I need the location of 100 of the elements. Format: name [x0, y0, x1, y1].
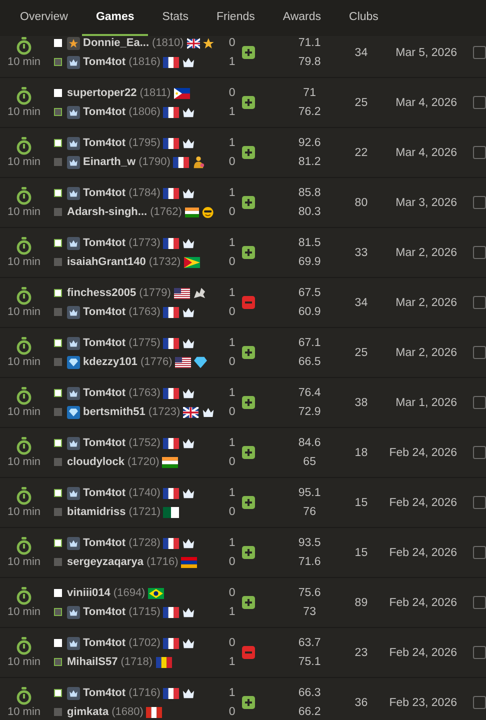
- player-rating: (1718): [120, 656, 153, 668]
- player-name[interactable]: Tom4tot: [83, 187, 126, 199]
- stopwatch-icon: [16, 537, 32, 555]
- player-name[interactable]: Tom4tot: [83, 56, 126, 68]
- row-checkbox[interactable]: [473, 46, 486, 59]
- row-checkbox[interactable]: [473, 196, 486, 209]
- accuracy-value: 79.8: [298, 55, 321, 70]
- row-checkbox[interactable]: [473, 546, 486, 559]
- game-date: Feb 24, 2026: [388, 446, 457, 458]
- player-score: 1: [228, 686, 236, 701]
- player-name[interactable]: finchess2005: [67, 287, 136, 299]
- player-name[interactable]: Tom4tot: [83, 106, 126, 118]
- player-name[interactable]: Tom4tot: [83, 337, 126, 349]
- player-name[interactable]: Adarsh-singh...: [67, 206, 148, 218]
- accuracy-value: 85.8: [298, 186, 321, 201]
- game-date: Feb 24, 2026: [388, 546, 457, 558]
- nav-tab[interactable]: Clubs: [335, 0, 392, 36]
- accuracy-value: 75.1: [298, 655, 321, 670]
- nav-tab[interactable]: Overview: [6, 0, 82, 36]
- stopwatch-icon: [16, 237, 32, 255]
- accuracy-value: 60.9: [298, 305, 321, 320]
- accuracy-value: 73: [303, 605, 316, 620]
- player-name[interactable]: Tom4tot: [83, 306, 126, 318]
- player-rating: (1716): [146, 556, 178, 568]
- player-rating: (1732): [148, 256, 181, 268]
- accuracy-value: 72.9: [298, 405, 321, 420]
- player-name[interactable]: sergeyzaqarya: [67, 556, 144, 568]
- nav-tab[interactable]: Games: [82, 0, 148, 36]
- player-score: 0: [228, 505, 236, 520]
- game-date: Mar 2, 2026: [394, 346, 457, 358]
- player-score: 0: [228, 405, 236, 420]
- accuracy-value: 95.1: [298, 486, 321, 501]
- player-rating: (1795): [128, 137, 160, 149]
- player-name[interactable]: viniii014: [67, 587, 110, 599]
- player-name[interactable]: bitamidriss: [67, 506, 126, 518]
- player-name[interactable]: Tom4tot: [83, 137, 126, 149]
- row-checkbox[interactable]: [473, 296, 486, 309]
- time-control-label: 10 min: [7, 706, 41, 718]
- row-checkbox[interactable]: [473, 696, 486, 709]
- player-rating: (1773): [128, 237, 160, 249]
- time-control-label: 10 min: [7, 506, 41, 518]
- row-checkbox[interactable]: [473, 496, 486, 509]
- row-checkbox[interactable]: [473, 346, 486, 359]
- row-checkbox[interactable]: [473, 396, 486, 409]
- player-name[interactable]: Tom4tot: [83, 387, 126, 399]
- player-name[interactable]: MihailS57: [67, 656, 118, 668]
- player-name[interactable]: supertoper22: [67, 87, 137, 99]
- game-date: Mar 1, 2026: [394, 396, 457, 408]
- row-checkbox[interactable]: [473, 96, 486, 109]
- stopwatch-icon: [16, 487, 32, 505]
- player-score: 0: [228, 255, 236, 270]
- player-name[interactable]: bertsmith51: [83, 406, 146, 418]
- player-name[interactable]: gimkata: [67, 706, 109, 718]
- accuracy-value: 75.6: [298, 586, 321, 601]
- time-control-label: 10 min: [7, 106, 41, 118]
- move-count: 23: [354, 646, 369, 658]
- player-rating: (1716): [128, 687, 160, 699]
- player-name[interactable]: Tom4tot: [83, 687, 126, 699]
- row-checkbox[interactable]: [473, 446, 486, 459]
- accuracy-value: 84.6: [298, 436, 321, 451]
- player-rating: (1740): [128, 487, 160, 499]
- move-count: 36: [354, 696, 369, 708]
- accuracy-value: 71: [303, 86, 316, 101]
- player-score: 1: [228, 336, 236, 351]
- nav-tab[interactable]: Friends: [202, 0, 269, 36]
- row-checkbox[interactable]: [473, 146, 486, 159]
- player-name[interactable]: Tom4tot: [83, 237, 126, 249]
- time-control-label: 10 min: [7, 56, 41, 68]
- player-name[interactable]: Einarth_w: [83, 156, 136, 168]
- accuracy-value: 81.2: [298, 155, 321, 170]
- player-rating: (1752): [128, 437, 160, 449]
- player-name[interactable]: Tom4tot: [83, 637, 126, 649]
- move-count: 15: [354, 496, 369, 508]
- player-score: 1: [228, 136, 236, 151]
- player-name[interactable]: Tom4tot: [83, 537, 126, 549]
- move-count: 89: [354, 596, 369, 608]
- player-name[interactable]: cloudylock: [67, 456, 124, 468]
- player-name[interactable]: Tom4tot: [83, 437, 126, 449]
- accuracy-value: 66.2: [298, 705, 321, 720]
- stopwatch-icon: [16, 587, 32, 605]
- nav-tab[interactable]: Stats: [148, 0, 203, 36]
- player-rating: (1702): [128, 637, 160, 649]
- player-score: 1: [228, 236, 236, 251]
- player-name[interactable]: Donnie_Ea...: [83, 37, 150, 49]
- row-checkbox[interactable]: [473, 246, 486, 259]
- nav-tab[interactable]: Awards: [268, 0, 336, 36]
- player-rating: (1776): [140, 356, 172, 368]
- player-name[interactable]: Tom4tot: [83, 606, 126, 618]
- player-score: 0: [228, 586, 236, 601]
- move-count: 33: [354, 246, 369, 258]
- player-score: 0: [228, 155, 236, 170]
- player-score: 0: [228, 205, 236, 220]
- stopwatch-icon: [16, 87, 32, 105]
- row-checkbox[interactable]: [473, 596, 486, 609]
- player-name[interactable]: isaiahGrant140: [67, 256, 146, 268]
- player-name[interactable]: kdezzy101: [83, 356, 138, 368]
- player-score: 1: [228, 386, 236, 401]
- row-checkbox[interactable]: [473, 646, 486, 659]
- player-score: 1: [228, 105, 236, 120]
- player-name[interactable]: Tom4tot: [83, 487, 126, 499]
